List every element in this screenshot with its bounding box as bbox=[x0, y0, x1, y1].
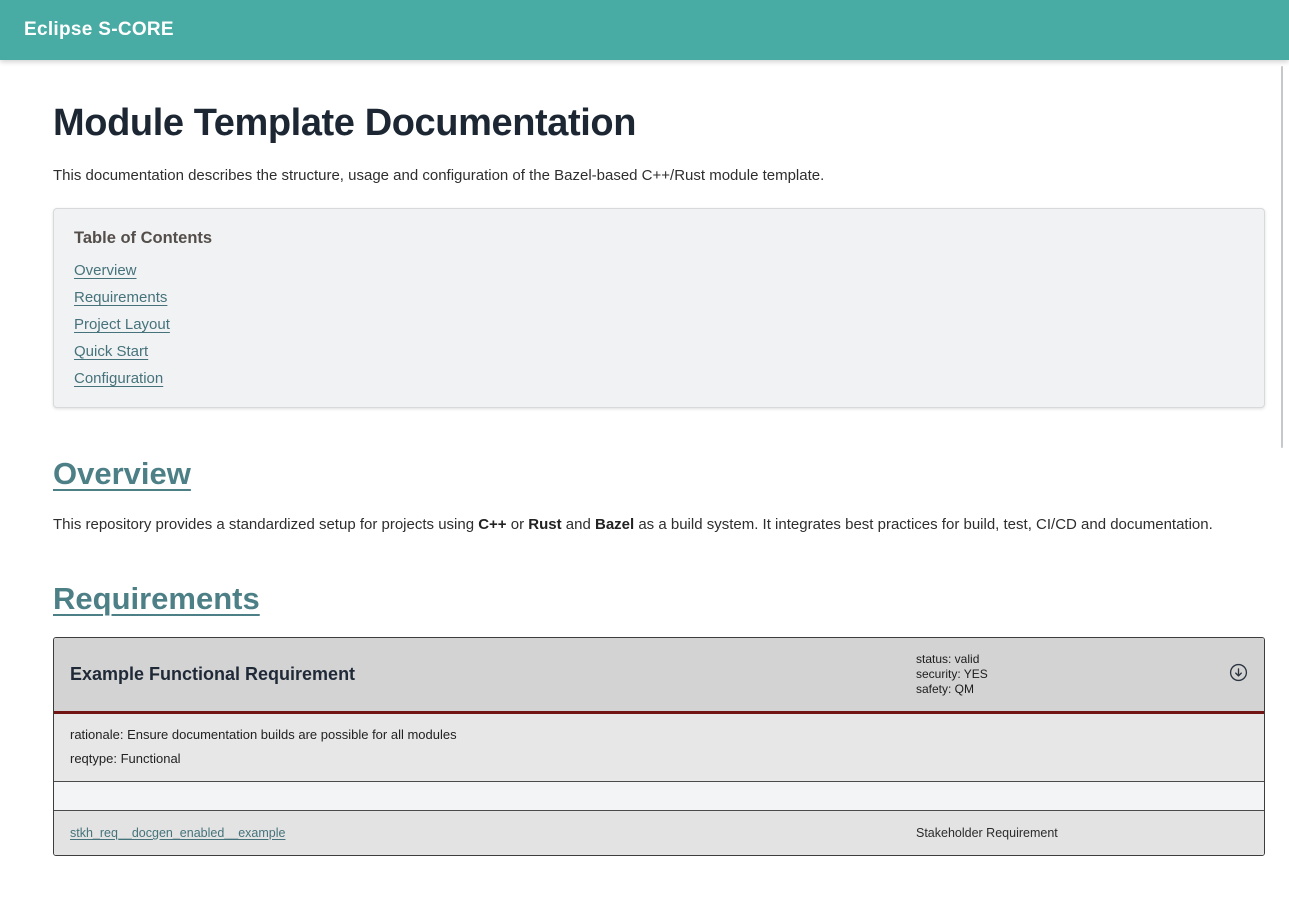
requirement-card: Example Functional Requirement status: v… bbox=[53, 637, 1265, 856]
toc-list: Overview Requirements Project Layout Qui… bbox=[74, 262, 1244, 387]
requirement-reqtype: reqtype: Functional bbox=[70, 751, 1248, 766]
requirement-meta-status: status: valid bbox=[916, 652, 1216, 667]
overview-text: and bbox=[562, 516, 595, 533]
stakeholder-requirement-link[interactable]: stkh_req__docgen_enabled__example bbox=[70, 826, 285, 840]
requirement-meta-security: security: YES bbox=[916, 667, 1216, 682]
requirement-title: Example Functional Requirement bbox=[70, 664, 916, 685]
requirement-links-row: stkh_req__docgen_enabled__example Stakeh… bbox=[54, 811, 1264, 855]
overview-bold-bazel: Bazel bbox=[595, 516, 634, 533]
requirement-card-header: Example Functional Requirement status: v… bbox=[54, 638, 1264, 714]
requirement-link-cell: stkh_req__docgen_enabled__example bbox=[70, 824, 916, 842]
toc-title: Table of Contents bbox=[74, 229, 1244, 248]
top-navbar: Eclipse S-CORE bbox=[0, 0, 1289, 60]
page-title: Module Template Documentation bbox=[53, 100, 1265, 146]
overview-heading: Overview bbox=[53, 456, 191, 492]
requirements-heading: Requirements bbox=[53, 581, 260, 617]
overview-paragraph: This repository provides a standardized … bbox=[53, 516, 1265, 533]
overview-text: as a build system. It integrates best pr… bbox=[634, 516, 1213, 533]
requirement-meta-safety: safety: QM bbox=[916, 682, 1216, 697]
section-overview: Overview This repository provides a stan… bbox=[53, 456, 1265, 533]
toc-link-configuration[interactable]: Configuration bbox=[74, 370, 163, 387]
requirement-meta: status: valid security: YES safety: QM bbox=[916, 652, 1216, 697]
requirement-rationale: rationale: Ensure documentation builds a… bbox=[70, 727, 1248, 742]
overview-text: This repository provides a standardized … bbox=[53, 516, 478, 533]
collapse-toggle-button[interactable] bbox=[1216, 663, 1248, 687]
overview-heading-link[interactable]: Overview bbox=[53, 456, 191, 491]
section-requirements: Requirements Example Functional Requirem… bbox=[53, 581, 1265, 856]
table-of-contents: Table of Contents Overview Requirements … bbox=[53, 208, 1265, 408]
requirement-link-type: Stakeholder Requirement bbox=[916, 826, 1248, 840]
overview-bold-cpp: C++ bbox=[478, 516, 506, 533]
toc-link-requirements[interactable]: Requirements bbox=[74, 289, 167, 306]
page-scrollbar[interactable] bbox=[1281, 66, 1283, 448]
toc-link-quick-start[interactable]: Quick Start bbox=[74, 343, 148, 360]
overview-bold-rust: Rust bbox=[528, 516, 561, 533]
requirements-heading-link[interactable]: Requirements bbox=[53, 581, 260, 616]
circle-arrow-down-icon bbox=[1229, 663, 1248, 687]
toc-link-project-layout[interactable]: Project Layout bbox=[74, 316, 170, 333]
requirement-content: rationale: Ensure documentation builds a… bbox=[54, 714, 1264, 782]
toc-link-overview[interactable]: Overview bbox=[74, 262, 137, 279]
main-content: Module Template Documentation This docum… bbox=[0, 60, 1289, 904]
overview-text: or bbox=[507, 516, 529, 533]
intro-paragraph: This documentation describes the structu… bbox=[53, 167, 1265, 184]
brand-logo[interactable]: Eclipse S-CORE bbox=[24, 19, 174, 41]
requirement-empty-row bbox=[54, 782, 1264, 811]
